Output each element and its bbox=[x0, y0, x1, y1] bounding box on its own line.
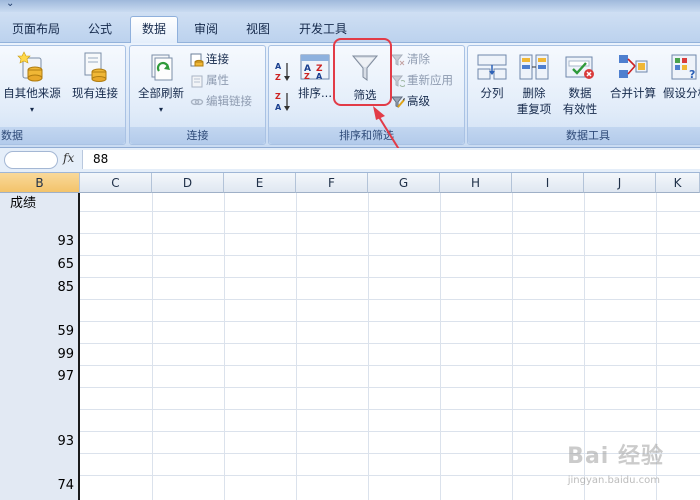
column-header-h[interactable]: H bbox=[440, 173, 512, 193]
column-header-b[interactable]: B bbox=[0, 173, 80, 193]
grid-line bbox=[80, 211, 700, 212]
cell-b[interactable]: 97 bbox=[0, 366, 78, 388]
grid-line bbox=[80, 343, 700, 344]
grid-line bbox=[80, 409, 700, 410]
formula-input[interactable]: 88 bbox=[82, 150, 700, 169]
grid-line bbox=[80, 365, 700, 366]
column-header-c[interactable]: C bbox=[80, 173, 152, 193]
column-header-j[interactable]: J bbox=[584, 173, 656, 193]
column-header-f[interactable]: F bbox=[296, 173, 368, 193]
column-header-k[interactable]: K bbox=[656, 173, 700, 193]
grid-line bbox=[80, 233, 700, 234]
column-header-g[interactable]: G bbox=[368, 173, 440, 193]
cell-b[interactable]: 99 bbox=[0, 344, 78, 366]
baidu-watermark: Bai 经验 bbox=[567, 444, 664, 469]
cell-b[interactable]: 85 bbox=[0, 277, 78, 299]
cell-b[interactable]: 59 bbox=[0, 321, 78, 343]
cell-b[interactable]: 93 bbox=[0, 231, 78, 253]
column-header-i[interactable]: I bbox=[512, 173, 584, 193]
selected-column-b[interactable]: 成绩 93 65 85 59 99 97 93 74 bbox=[0, 193, 80, 500]
baidu-watermark-url: jingyan.baidu.com bbox=[567, 475, 660, 486]
grid-line bbox=[80, 321, 700, 322]
cell-b[interactable]: 74 bbox=[0, 475, 78, 497]
formula-bar: fx 88 bbox=[0, 148, 700, 173]
grid-line bbox=[80, 299, 700, 300]
cell-b-header[interactable]: 成绩 bbox=[0, 193, 78, 215]
column-header-d[interactable]: D bbox=[152, 173, 224, 193]
name-box[interactable] bbox=[4, 151, 58, 169]
insert-function-icon[interactable]: fx bbox=[63, 151, 74, 165]
column-header-e[interactable]: E bbox=[224, 173, 296, 193]
formula-value: 88 bbox=[93, 152, 109, 166]
cell-b[interactable]: 93 bbox=[0, 431, 78, 453]
grid-line bbox=[80, 277, 700, 278]
cell-b[interactable]: 65 bbox=[0, 254, 78, 276]
grid-line bbox=[80, 387, 700, 388]
grid-line bbox=[80, 431, 700, 432]
grid-line bbox=[80, 255, 700, 256]
